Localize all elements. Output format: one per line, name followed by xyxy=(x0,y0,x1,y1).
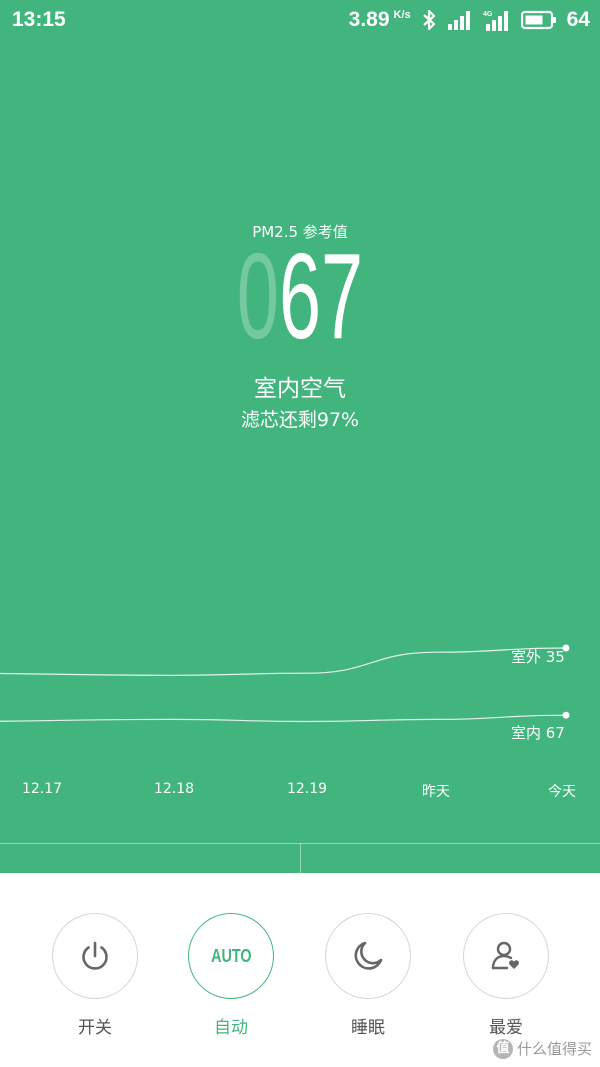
favorite-button[interactable] xyxy=(463,913,549,999)
battery-icon xyxy=(520,10,557,30)
pm25-number: 67 xyxy=(278,228,364,364)
bluetooth-icon xyxy=(421,9,437,31)
moon-icon xyxy=(354,941,383,970)
watermark-text: 什么值得买 xyxy=(516,1040,592,1058)
auto-icon-text: AUTO xyxy=(210,945,252,966)
power-label: 开关 xyxy=(78,1018,112,1038)
auto-control[interactable]: AUTO 自动 xyxy=(188,913,274,1043)
x-tick-label: 12.19 xyxy=(286,781,328,797)
power-button[interactable] xyxy=(52,913,138,999)
auto-label: 自动 xyxy=(214,1018,248,1038)
outdoor-series-line xyxy=(0,647,567,676)
x-tick-label: 12.17 xyxy=(21,781,63,797)
power-control[interactable]: 开关 xyxy=(52,913,138,1043)
indoor-latest-point xyxy=(562,711,570,719)
network-speed-unit: K/s xyxy=(393,9,411,21)
x-tick-label: 昨天 xyxy=(422,784,450,800)
status-time: 13:15 xyxy=(12,8,66,31)
outdoor-series-label: 室外 35 xyxy=(511,648,565,666)
favorite-control[interactable]: 最爱 xyxy=(463,913,549,1043)
favorite-label: 最爱 xyxy=(489,1018,523,1038)
signal-4g-icon: 4G xyxy=(483,9,511,31)
network-speed: 3.89 K/s xyxy=(348,8,411,31)
indoor-series-label: 室内 67 xyxy=(511,724,565,742)
x-tick-label: 今天 xyxy=(548,784,576,800)
pm25-trend-chart xyxy=(0,644,570,723)
x-tick-label: 12.18 xyxy=(153,781,195,797)
indoor-series-line xyxy=(0,714,567,723)
pm25-value: 0 67 xyxy=(114,228,486,364)
network-type-label: 4G xyxy=(483,11,493,18)
sleep-button[interactable] xyxy=(325,913,411,999)
battery-level: 64 xyxy=(566,8,590,31)
signal-icon xyxy=(447,10,473,30)
power-icon xyxy=(82,941,108,970)
auto-button[interactable]: AUTO xyxy=(188,913,274,999)
favorite-user-icon xyxy=(491,941,519,970)
sleep-label: 睡眠 xyxy=(351,1018,385,1038)
control-bar: 开关 AUTO 自动 睡眠 最爱 值 什么值得买 xyxy=(0,873,600,1067)
watermark: 值 什么值得买 xyxy=(492,1038,592,1059)
pm25-leading-digit: 0 xyxy=(236,228,279,364)
indoor-air-title: 室内空气 xyxy=(254,376,346,402)
filter-remaining: 滤芯还剩97% xyxy=(240,409,360,431)
status-bar: 13:15 3.89 K/s 4G 64 xyxy=(0,0,600,40)
watermark-badge: 值 xyxy=(492,1038,513,1059)
air-quality-panel xyxy=(0,0,600,873)
status-indicators: 3.89 K/s 4G 64 xyxy=(349,6,590,34)
divider xyxy=(300,843,301,873)
sleep-control[interactable]: 睡眠 xyxy=(325,913,411,1043)
